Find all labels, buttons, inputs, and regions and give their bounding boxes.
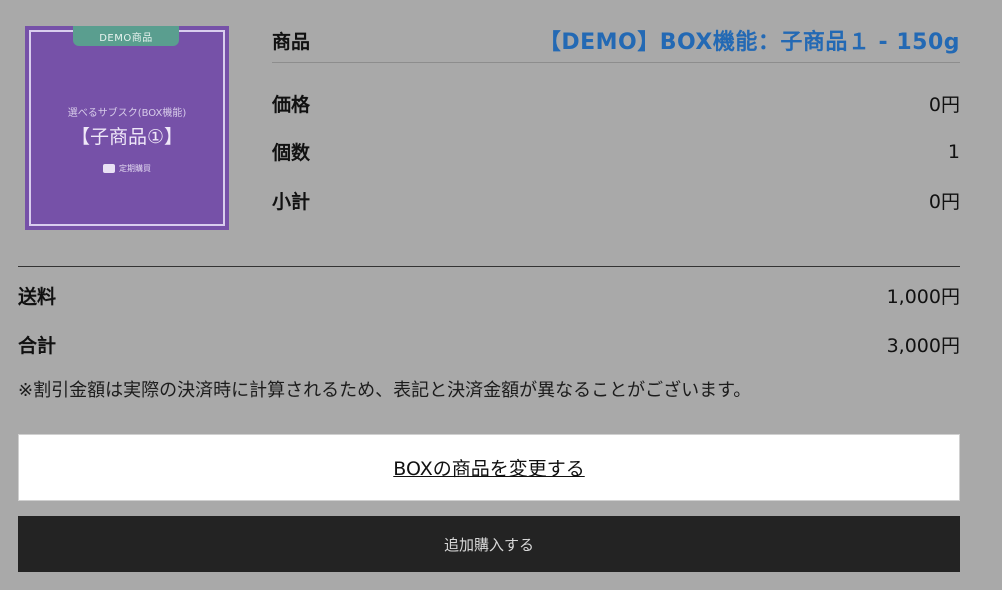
discount-note: ※割引金額は実際の決済時に計算されるため、表記と決済金額が異なることがございます… xyxy=(18,380,752,401)
section-divider xyxy=(18,266,960,267)
logo-text: 定期購買 xyxy=(119,164,151,173)
shipping-value: 1,000円 xyxy=(886,286,960,308)
quantity-label: 個数 xyxy=(272,142,311,164)
product-row: 商品 【DEMO】BOX機能：子商品１ - 150g xyxy=(272,24,960,56)
thumbnail-subtitle: 選べるサブスク(BOX機能) xyxy=(67,108,187,119)
logo-icon xyxy=(103,164,115,173)
subtotal-value: 0円 xyxy=(928,191,960,213)
thumbnail-title: 【子商品①】 xyxy=(70,126,184,148)
price-row: 価格 0円 xyxy=(272,90,960,117)
price-label: 価格 xyxy=(272,94,311,116)
divider xyxy=(272,62,960,63)
total-label: 合計 xyxy=(18,335,57,357)
thumbnail-logo: 定期購買 xyxy=(25,163,229,174)
subtotal-label: 小計 xyxy=(272,191,311,213)
product-name-link[interactable]: 【DEMO】BOX機能：子商品１ - 150g xyxy=(539,24,960,56)
total-row: 合計 3,000円 xyxy=(18,331,960,358)
additional-purchase-button[interactable]: 追加購入する xyxy=(18,516,960,572)
subtotal-row: 小計 0円 xyxy=(272,187,960,214)
price-value: 0円 xyxy=(928,94,960,116)
change-box-items-button[interactable]: BOXの商品を変更する xyxy=(18,434,960,501)
total-value: 3,000円 xyxy=(886,335,960,357)
quantity-value: 1 xyxy=(947,140,960,163)
shipping-label: 送料 xyxy=(18,286,57,308)
demo-badge: DEMO商品 xyxy=(73,26,179,46)
product-label: 商品 xyxy=(272,30,311,53)
product-thumbnail: DEMO商品 選べるサブスク(BOX機能) 【子商品①】 定期購買 xyxy=(25,26,229,230)
quantity-row: 個数 1 xyxy=(272,138,960,165)
shipping-row: 送料 1,000円 xyxy=(18,282,960,309)
